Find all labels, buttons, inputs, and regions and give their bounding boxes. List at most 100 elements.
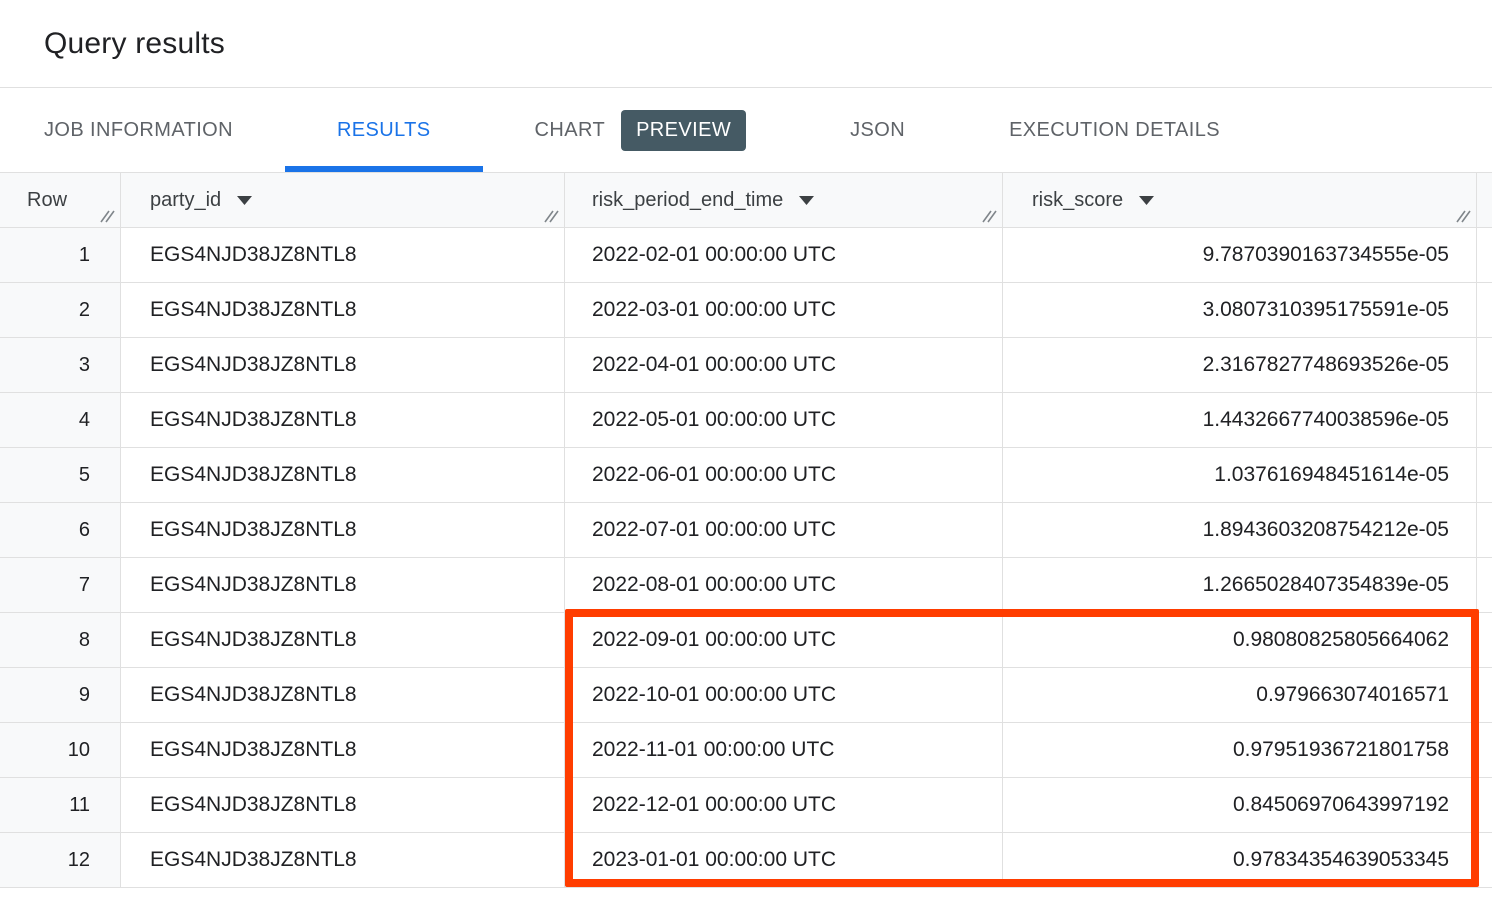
row-number-cell: 1 [0,228,121,283]
risk-period-end-time-cell: 2022-03-01 00:00:00 UTC [565,283,1003,338]
tab-job-information[interactable]: JOB INFORMATION [0,88,285,172]
risk-period-end-time-cell: 2022-06-01 00:00:00 UTC [565,448,1003,503]
title-bar: Query results [0,0,1492,88]
risk-score-cell: 0.98080825805664062 [1003,613,1477,668]
column-resize-handle[interactable] [543,209,559,223]
risk-score-cell: 1.8943603208754212e-05 [1003,503,1477,558]
party-id-cell: EGS4NJD38JZ8NTL8 [121,393,565,448]
tab-results[interactable]: RESULTS [285,88,483,172]
party-id-cell: EGS4NJD38JZ8NTL8 [121,833,565,888]
risk-period-end-time-cell: 2023-01-01 00:00:00 UTC [565,833,1003,888]
risk-score-cell: 0.97951936721801758 [1003,723,1477,778]
risk-period-end-time-cell: 2022-12-01 00:00:00 UTC [565,778,1003,833]
table-row: 11 EGS4NJD38JZ8NTL8 2022-12-01 00:00:00 … [0,778,1492,833]
table-row: 6 EGS4NJD38JZ8NTL8 2022-07-01 00:00:00 U… [0,503,1492,558]
risk-score-cell: 9.7870390163734555e-05 [1003,228,1477,283]
row-spacer [1477,833,1492,888]
column-header-risk-period-end-time[interactable]: risk_period_end_time [565,173,1003,228]
tab-job-information-label: JOB INFORMATION [44,119,233,142]
row-number-cell: 5 [0,448,121,503]
column-resize-handle[interactable] [981,209,997,223]
row-number-cell: 2 [0,283,121,338]
risk-score-cell: 0.979663074016571 [1003,668,1477,723]
page-title: Query results [44,27,225,61]
risk-score-cell: 3.0807310395175591e-05 [1003,283,1477,338]
column-header-row-label: Row [27,189,67,212]
row-spacer [1477,668,1492,723]
risk-period-end-time-cell: 2022-02-01 00:00:00 UTC [565,228,1003,283]
risk-period-end-time-cell: 2022-04-01 00:00:00 UTC [565,338,1003,393]
risk-period-end-time-cell: 2022-05-01 00:00:00 UTC [565,393,1003,448]
results-table: Row party_id risk_period_end_time ris [0,172,1492,888]
party-id-cell: EGS4NJD38JZ8NTL8 [121,723,565,778]
table-row: 7 EGS4NJD38JZ8NTL8 2022-08-01 00:00:00 U… [0,558,1492,613]
tab-chart-label: CHART [535,119,606,142]
table-row: 8 EGS4NJD38JZ8NTL8 2022-09-01 00:00:00 U… [0,613,1492,668]
row-number-cell: 4 [0,393,121,448]
row-number-cell: 8 [0,613,121,668]
column-resize-handle[interactable] [1455,209,1471,223]
table-row: 4 EGS4NJD38JZ8NTL8 2022-05-01 00:00:00 U… [0,393,1492,448]
table-row: 12 EGS4NJD38JZ8NTL8 2023-01-01 00:00:00 … [0,833,1492,888]
column-header-party-id[interactable]: party_id [121,173,565,228]
party-id-cell: EGS4NJD38JZ8NTL8 [121,283,565,338]
tab-results-label: RESULTS [337,119,431,142]
column-dropdown-icon[interactable] [237,196,252,205]
table-row: 3 EGS4NJD38JZ8NTL8 2022-04-01 00:00:00 U… [0,338,1492,393]
column-header-spacer [1477,173,1492,228]
column-dropdown-icon[interactable] [1139,196,1154,205]
row-number-cell: 11 [0,778,121,833]
risk-period-end-time-cell: 2022-10-01 00:00:00 UTC [565,668,1003,723]
party-id-cell: EGS4NJD38JZ8NTL8 [121,668,565,723]
risk-period-end-time-cell: 2022-07-01 00:00:00 UTC [565,503,1003,558]
table-row: 5 EGS4NJD38JZ8NTL8 2022-06-01 00:00:00 U… [0,448,1492,503]
row-spacer [1477,283,1492,338]
column-header-row: Row [0,173,121,228]
row-spacer [1477,558,1492,613]
row-number-cell: 3 [0,338,121,393]
row-number-cell: 7 [0,558,121,613]
column-header-risk-score-label: risk_score [1032,189,1123,212]
party-id-cell: EGS4NJD38JZ8NTL8 [121,503,565,558]
row-spacer [1477,448,1492,503]
risk-score-cell: 1.037616948451614e-05 [1003,448,1477,503]
party-id-cell: EGS4NJD38JZ8NTL8 [121,558,565,613]
tab-chart[interactable]: CHART PREVIEW [483,88,799,172]
preview-badge: PREVIEW [621,110,746,151]
row-number-cell: 10 [0,723,121,778]
party-id-cell: EGS4NJD38JZ8NTL8 [121,228,565,283]
row-spacer [1477,778,1492,833]
row-spacer [1477,723,1492,778]
party-id-cell: EGS4NJD38JZ8NTL8 [121,338,565,393]
party-id-cell: EGS4NJD38JZ8NTL8 [121,778,565,833]
tab-strip: JOB INFORMATION RESULTS CHART PREVIEW JS… [0,88,1492,172]
tab-execution-details[interactable]: EXECUTION DETAILS [957,88,1272,172]
risk-score-cell: 1.4432667740038596e-05 [1003,393,1477,448]
row-spacer [1477,338,1492,393]
party-id-cell: EGS4NJD38JZ8NTL8 [121,448,565,503]
risk-period-end-time-cell: 2022-08-01 00:00:00 UTC [565,558,1003,613]
table-row: 9 EGS4NJD38JZ8NTL8 2022-10-01 00:00:00 U… [0,668,1492,723]
tab-json-label: JSON [850,119,905,142]
row-number-cell: 12 [0,833,121,888]
table-row: 2 EGS4NJD38JZ8NTL8 2022-03-01 00:00:00 U… [0,283,1492,338]
row-spacer [1477,228,1492,283]
row-spacer [1477,503,1492,558]
risk-score-cell: 2.3167827748693526e-05 [1003,338,1477,393]
risk-score-cell: 0.97834354639053345 [1003,833,1477,888]
risk-score-cell: 0.84506970643997192 [1003,778,1477,833]
row-spacer [1477,613,1492,668]
table-row: 10 EGS4NJD38JZ8NTL8 2022-11-01 00:00:00 … [0,723,1492,778]
column-dropdown-icon[interactable] [799,196,814,205]
row-number-cell: 9 [0,668,121,723]
risk-period-end-time-cell: 2022-09-01 00:00:00 UTC [565,613,1003,668]
table-header-row: Row party_id risk_period_end_time ris [0,173,1492,228]
risk-period-end-time-cell: 2022-11-01 00:00:00 UTC [565,723,1003,778]
tab-json[interactable]: JSON [798,88,957,172]
column-header-risk-period-end-time-label: risk_period_end_time [592,189,783,212]
column-header-risk-score[interactable]: risk_score [1003,173,1477,228]
row-spacer [1477,393,1492,448]
column-resize-handle[interactable] [99,209,115,223]
risk-score-cell: 1.2665028407354839e-05 [1003,558,1477,613]
party-id-cell: EGS4NJD38JZ8NTL8 [121,613,565,668]
